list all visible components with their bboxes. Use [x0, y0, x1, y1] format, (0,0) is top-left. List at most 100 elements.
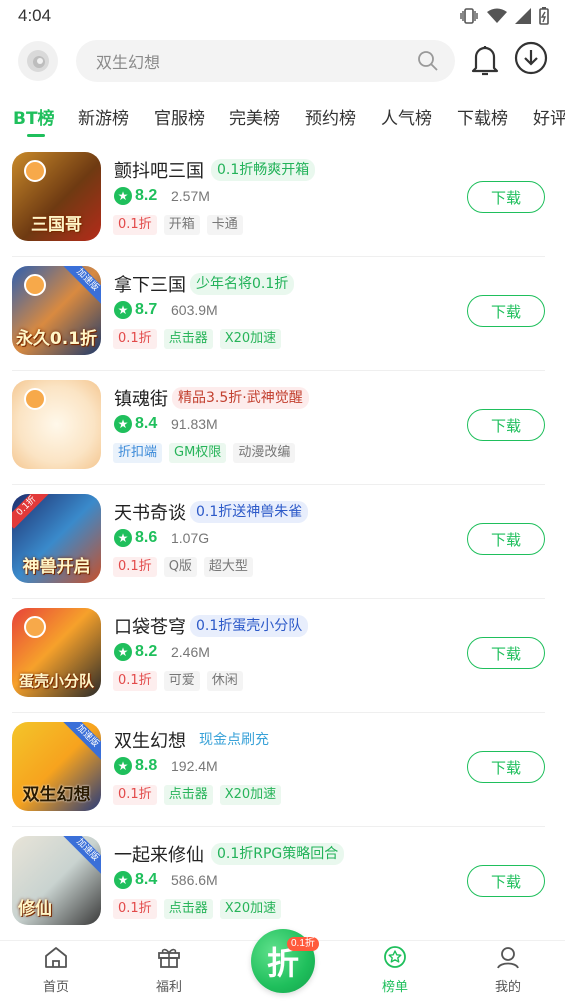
battery-icon [539, 7, 549, 25]
rating-value: 8.2 [135, 187, 158, 204]
tab-popular[interactable]: 人气榜 [381, 104, 432, 129]
game-thumbnail: 加速版 双生幻想 [12, 722, 101, 811]
tag: 可爱 [163, 671, 200, 691]
search-icon[interactable] [417, 50, 439, 72]
download-button[interactable]: 下载 [467, 637, 545, 669]
app-logo[interactable] [18, 41, 58, 81]
star-badge-icon [24, 274, 46, 296]
nav-ranking[interactable]: 榜单 [360, 945, 430, 995]
notification-bell-icon[interactable] [468, 42, 502, 78]
game-name: 镇魂街 [114, 389, 168, 410]
tab-perfect[interactable]: 完美榜 [229, 104, 280, 129]
thumbnail-title: 修仙 [18, 899, 52, 919]
search-placeholder: 双生幻想 [96, 53, 161, 72]
list-item[interactable]: 0.1折 神兽开启 天书奇谈 0.1折送神兽朱雀 ★ 8.6 1.07G 0.1折… [0, 485, 565, 599]
tag: 0.1折 [113, 785, 157, 805]
list-item[interactable]: 三国哥 颤抖吧三国 0.1折畅爽开箱 ★ 8.2 2.57M 0.1折 开箱 卡通… [0, 143, 565, 257]
vibrate-icon [460, 8, 478, 24]
star-icon: ★ [114, 415, 132, 433]
search-input[interactable]: 双生幻想 [76, 40, 455, 82]
star-icon: ★ [114, 643, 132, 661]
tag: 0.1折 [113, 899, 157, 919]
nav-home[interactable]: 首页 [21, 945, 91, 995]
rating: ★ 8.2 [114, 643, 157, 661]
download-button[interactable]: 下载 [467, 181, 545, 213]
tab-bt[interactable]: BT榜 [13, 104, 55, 129]
rating-value: 8.4 [135, 871, 158, 888]
tag-list: 0.1折 点击器 X20加速 [113, 899, 282, 919]
game-name: 颤抖吧三国 [114, 161, 204, 182]
star-badge-icon [24, 616, 46, 638]
tag-list: 0.1折 开箱 卡通 [113, 215, 243, 235]
tag: 0.1折 [113, 671, 157, 691]
promo-badge: 0.1折RPG策略回合 [211, 843, 345, 865]
game-thumbnail: 加速版 永久0.1折 [12, 266, 101, 355]
tag: 0.1折 [113, 329, 157, 349]
nav-ranking-label: 榜单 [381, 980, 408, 995]
rating: ★ 8.6 [114, 529, 157, 547]
nav-mine-label: 我的 [494, 980, 521, 995]
search-row: 双生幻想 [0, 38, 565, 84]
tab-downloads[interactable]: 下载榜 [457, 104, 508, 129]
tag: 开箱 [163, 215, 200, 235]
discount-corner-badge: 0.1折 [12, 494, 50, 529]
star-badge-icon [24, 160, 46, 182]
tag-list: 0.1折 可爱 休闲 [113, 671, 243, 691]
download-button[interactable]: 下载 [467, 295, 545, 327]
star-icon: ★ [114, 871, 132, 889]
game-thumbnail: 加速版 修仙 [12, 836, 101, 925]
download-manager-icon[interactable] [514, 41, 548, 75]
file-size: 192.4M [171, 758, 218, 774]
list-item[interactable]: 加速版 双生幻想 双生幻想 现金点刷充 ★ 8.8 192.4M 0.1折 点击器… [0, 713, 565, 827]
download-button[interactable]: 下载 [467, 523, 545, 555]
game-name: 口袋苍穹 [114, 617, 186, 638]
thumbnail-title: 神兽开启 [22, 557, 91, 577]
tag-list: 0.1折 点击器 X20加速 [113, 785, 282, 805]
tab-official[interactable]: 官服榜 [154, 104, 205, 129]
game-name: 拿下三国 [114, 275, 186, 296]
tag-list: 折扣端 GM权限 动漫改编 [113, 443, 296, 463]
tag: X20加速 [219, 899, 282, 919]
rating: ★ 8.2 [114, 187, 157, 205]
status-bar: 4:04 [0, 0, 565, 32]
ranking-tabs: BT榜 新游榜 官服榜 完美榜 预约榜 人气榜 下载榜 好评 [0, 98, 565, 138]
download-button[interactable]: 下载 [467, 409, 545, 441]
list-item[interactable]: 加速版 永久0.1折 拿下三国 少年名将0.1折 ★ 8.7 603.9M 0.1… [0, 257, 565, 371]
tab-reservation[interactable]: 预约榜 [305, 104, 356, 129]
game-name: 一起来修仙 [114, 845, 204, 866]
rating: ★ 8.4 [114, 415, 157, 433]
wifi-icon [487, 8, 507, 23]
nav-home-label: 首页 [42, 980, 69, 995]
game-name: 天书奇谈 [114, 503, 186, 524]
nav-welfare[interactable]: 福利 [134, 945, 204, 995]
tag-list: 0.1折 Q版 超大型 [113, 557, 253, 577]
tag: 点击器 [163, 785, 213, 805]
tab-good-reviews[interactable]: 好评 [533, 104, 565, 129]
tab-new-games[interactable]: 新游榜 [78, 104, 129, 129]
download-button[interactable]: 下载 [467, 865, 545, 897]
tag: 折扣端 [113, 443, 163, 463]
tag: 点击器 [163, 899, 213, 919]
promo-badge: 0.1折蛋壳小分队 [190, 615, 309, 637]
promo-badge: 精品3.5折·武神觉醒 [172, 387, 309, 409]
tag: 0.1折 [113, 215, 157, 235]
speed-badge: 加速版 [62, 266, 101, 305]
list-item[interactable]: 蛋壳小分队 口袋苍穹 0.1折蛋壳小分队 ★ 8.2 2.46M 0.1折 可爱 … [0, 599, 565, 713]
rating-value: 8.8 [135, 757, 158, 774]
home-icon [45, 947, 67, 968]
tag: GM权限 [169, 443, 227, 463]
promo-badge: 现金点刷充 [193, 729, 275, 751]
download-button[interactable]: 下载 [467, 751, 545, 783]
thumbnail-title: 蛋壳小分队 [18, 672, 94, 690]
nav-mine[interactable]: 我的 [473, 945, 543, 995]
game-thumbnail: 三国哥 [12, 152, 101, 241]
list-item[interactable]: 镇魂街 精品3.5折·武神觉醒 ★ 8.4 91.83M 折扣端 GM权限 动漫改… [0, 371, 565, 485]
rating-value: 8.7 [135, 301, 158, 318]
thumbnail-title: 双生幻想 [22, 785, 91, 805]
tag: 0.1折 [113, 557, 157, 577]
tag: 卡通 [206, 215, 243, 235]
nav-welfare-label: 福利 [155, 980, 182, 995]
list-item[interactable]: 加速版 修仙 一起来修仙 0.1折RPG策略回合 ★ 8.4 586.6M 0.1… [0, 827, 565, 941]
tag: Q版 [163, 557, 197, 577]
game-name: 双生幻想 [114, 731, 186, 752]
